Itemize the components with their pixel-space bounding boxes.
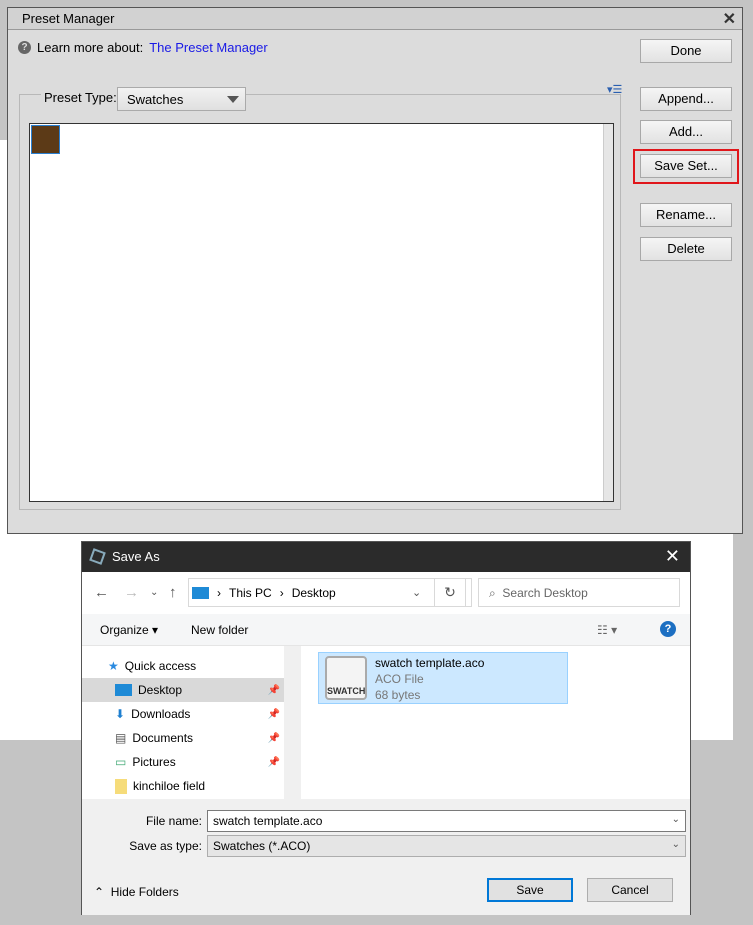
back-icon[interactable]: ← [94, 584, 109, 601]
file-name: swatch template.aco [375, 656, 485, 670]
chevron-down-icon: ⌄ [671, 814, 680, 825]
file-name-label: File name: [145, 814, 202, 828]
preset-type-select[interactable]: Swatches [117, 87, 246, 111]
search-input[interactable]: ⌕ Search Desktop [478, 578, 680, 607]
pin-icon: 📌 [267, 684, 280, 696]
append-button[interactable]: Append... [640, 87, 732, 111]
file-type: ACO File [375, 672, 424, 686]
file-item[interactable]: SWATCH swatch template.aco ACO File 68 byt… [318, 652, 568, 704]
file-size: 68 bytes [375, 688, 421, 702]
tree-item-pictures[interactable]: ▭ Pictures 📌 [82, 750, 284, 774]
download-icon: ⬇ [115, 707, 126, 721]
swatch-item[interactable] [31, 125, 60, 154]
tree-item-desktop[interactable]: Desktop 📌 [82, 678, 284, 702]
file-name-input[interactable]: swatch template.aco ⌄ [207, 810, 686, 832]
swatch-file-icon: SWATCH [325, 656, 367, 700]
scrollbar[interactable] [284, 646, 300, 799]
view-options-icon[interactable]: ☷ ▾ [597, 623, 617, 637]
preset-manager-link[interactable]: The Preset Manager [149, 40, 268, 55]
desktop-icon [115, 684, 132, 696]
navigation-pane: ★ Quick access Desktop 📌 ⬇ Downloads 📌 ▤ Docu… [82, 646, 300, 799]
dialog-title: Preset Manager [8, 8, 742, 30]
save-set-button[interactable]: Save Set... [640, 154, 732, 178]
save-panel: File name: swatch template.aco ⌄ Save as … [82, 799, 690, 915]
pin-icon: 📌 [267, 732, 280, 744]
preset-list[interactable] [29, 123, 614, 502]
close-icon[interactable]: ✕ [665, 546, 680, 567]
star-icon: ★ [108, 659, 119, 673]
new-folder-button[interactable]: New folder [191, 623, 248, 637]
help-icon: ? [18, 41, 31, 54]
tree-item-kinchiloe-field[interactable]: kinchiloe field [82, 774, 284, 798]
search-placeholder: Search Desktop [502, 586, 588, 600]
scrollbar[interactable] [603, 124, 613, 501]
learn-more: ? Learn more about: The Preset Manager [18, 40, 268, 55]
preset-type-label: Preset Type: [41, 90, 120, 105]
breadcrumb-desktop[interactable]: Desktop [292, 586, 336, 600]
refresh-icon[interactable]: ↻ [434, 578, 466, 607]
hide-folders-button[interactable]: ⌃ Hide Folders [94, 885, 179, 899]
folder-icon [115, 778, 127, 794]
tree-item-downloads[interactable]: ⬇ Downloads 📌 [82, 702, 284, 726]
breadcrumb-this-pc[interactable]: This PC [229, 586, 272, 600]
pin-icon: 📌 [267, 756, 280, 768]
app-icon [89, 548, 106, 565]
navigation-bar: ← → ⌄ ↑ › This PC › Desktop ⌄ ↻ ⌕ Search … [82, 572, 690, 614]
learn-label: Learn more about: [37, 40, 144, 55]
preset-type-value: Swatches [127, 92, 184, 107]
command-bar: Organize ▾ New folder ☷ ▾ ? [82, 614, 690, 646]
add-button[interactable]: Add... [640, 120, 732, 144]
organize-button[interactable]: Organize ▾ [100, 623, 158, 637]
file-list: SWATCH swatch template.aco ACO File 68 byt… [301, 646, 690, 799]
pin-icon: 📌 [267, 708, 280, 720]
help-icon[interactable]: ? [660, 621, 676, 637]
this-pc-icon [192, 586, 209, 599]
chevron-down-icon [227, 96, 239, 103]
tree-item-documents[interactable]: ▤ Documents 📌 [82, 726, 284, 750]
address-bar[interactable]: › This PC › Desktop [188, 578, 472, 607]
delete-button[interactable]: Delete [640, 237, 732, 261]
rename-button[interactable]: Rename... [640, 203, 732, 227]
tree-item-quick-access[interactable]: ★ Quick access [82, 654, 284, 678]
dialog-title: Save As [112, 549, 160, 564]
panel-menu-icon[interactable]: ▾☰ [607, 83, 622, 96]
pictures-icon: ▭ [115, 755, 127, 769]
forward-icon[interactable]: → [124, 584, 139, 601]
up-icon[interactable]: ↑ [169, 584, 177, 601]
save-as-dialog: Save As ✕ ← → ⌄ ↑ › This PC › Desktop ⌄ ↻ … [81, 541, 691, 915]
chevron-down-icon[interactable]: ⌄ [412, 586, 421, 599]
save-button[interactable]: Save [487, 878, 573, 902]
preset-manager-dialog: Preset Manager ✕ ? Learn more about: The… [7, 7, 743, 534]
recent-dropdown-icon[interactable]: ⌄ [150, 587, 158, 598]
close-icon[interactable]: ✕ [723, 9, 736, 29]
save-type-label: Save as type: [129, 839, 202, 853]
document-icon: ▤ [115, 731, 127, 745]
cancel-button[interactable]: Cancel [587, 878, 673, 902]
save-type-select[interactable]: Swatches (*.ACO) ⌄ [207, 835, 686, 857]
done-button[interactable]: Done [640, 39, 732, 63]
chevron-down-icon: ⌄ [671, 839, 680, 850]
